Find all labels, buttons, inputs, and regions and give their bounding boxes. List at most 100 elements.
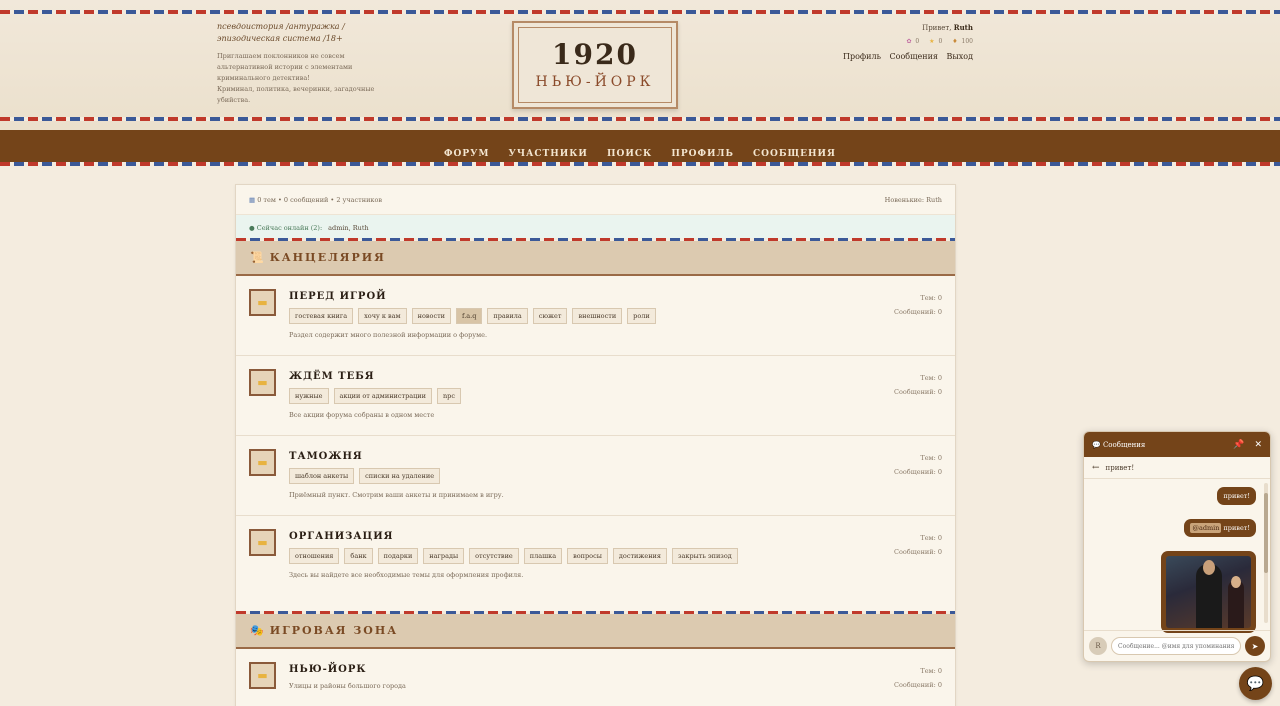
subforum-tag[interactable]: роли [627,308,656,324]
subforum-tag[interactable]: хочу к вам [358,308,407,324]
logout-link[interactable]: Выход [947,52,974,61]
chat-messages: привет! @admin привет! [1084,479,1270,633]
airmail-stripe-category [236,238,955,241]
online-users-row: ● Сейчас онлайн (2): admin, Ruth [236,215,955,240]
site-logo[interactable]: 1920 НЬЮ-ЙОРК [512,21,678,109]
chat-scrollbar-thumb[interactable] [1264,493,1268,573]
chat-input-bar: R ➤ [1084,630,1270,661]
send-icon: ➤ [1251,641,1259,651]
nav-profile[interactable]: ПРОФИЛЬ [671,149,734,159]
subforum-tag[interactable]: f.a.q [456,308,483,324]
chat-image-message [1161,551,1256,633]
chat-title: Сообщения [1102,440,1146,449]
nav-search[interactable]: ПОИСК [607,149,652,159]
forum-topics-count: Тем: 0 [920,534,942,542]
forum-description: Здесь вы найдете все необходимые темы дл… [289,571,524,579]
username[interactable]: Ruth [954,23,973,32]
online-names[interactable]: admin, Ruth [328,224,368,232]
airmail-stripe-nav [0,162,1280,166]
stat-stars: 0 [938,38,943,45]
close-icon[interactable]: ✕ [1254,440,1262,450]
online-label: ● Сейчас онлайн (2): [249,223,323,232]
subforum-tag[interactable]: плашка [523,548,563,564]
nav-messages[interactable]: СООБЩЕНИЯ [753,149,836,159]
chat-message-text: привет! [1223,524,1250,532]
subforum-tag[interactable]: гостевая книга [289,308,354,324]
subforum-tag[interactable]: нужные [289,388,329,404]
forum-title[interactable]: ТАМОЖНЯ [289,451,504,462]
stats-icon: ▦ [249,195,256,204]
header-description-line: криминального детектива! [217,74,310,82]
subforum-tag[interactable]: npc [436,388,461,404]
subforum-tag[interactable]: подарки [377,548,419,564]
money-bag-icon: ♦ [952,38,958,45]
conversation-title: привет! [1105,463,1135,472]
logo-frame: 1920 НЬЮ-ЙОРК [518,27,672,103]
speech-bubble-icon: 💬 [1092,440,1101,449]
chat-message: привет! [1217,487,1256,505]
forum-title[interactable]: ЖДЁМ ТЕБЯ [289,371,461,382]
subforum-tag[interactable]: закрыть эпизод [671,548,738,564]
logo-city: НЬЮ-ЙОРК [535,74,655,90]
send-button[interactable]: ➤ [1245,636,1265,656]
forum-row: ▬ ТАМОЖНЯ шаблон анкеты списки на удален… [236,436,955,516]
subforum-tag[interactable]: банк [344,548,373,564]
board-stats-row: ▦ 0 тем • 0 сообщений • 2 участников Нов… [236,185,955,215]
subforum-tag[interactable]: правила [487,308,528,324]
messages-link[interactable]: Сообщения [890,52,938,61]
category-header: 📜 КАНЦЕЛЯРИЯ [236,238,955,276]
game-icon: 🎭 [250,623,264,637]
folder-icon: ▬ [249,529,276,556]
subforum-tag[interactable]: вопросы [567,548,608,564]
nav-forum[interactable]: ФОРУМ [444,149,489,159]
chat-scrollbar[interactable] [1264,483,1268,623]
category-title: КАНЦЕЛЯРИЯ [269,250,386,264]
forum-body: ОРГАНИЗАЦИЯ отношения банк подарки награ… [289,531,738,579]
airmail-stripe-category [236,611,955,614]
chat-message-input[interactable] [1111,637,1241,655]
forum-description: Раздел содержит много полезной информаци… [289,331,488,339]
subforum-tag[interactable]: отношения [289,548,340,564]
subforum-tag[interactable]: шаблон анкеты [289,468,355,484]
forum-row: ▬ ОРГАНИЗАЦИЯ отношения банк подарки наг… [236,516,955,613]
forum-title[interactable]: НЬЮ-ЙОРК [289,664,406,675]
board-stats-text: 0 тем • 0 сообщений • 2 участников [257,195,383,204]
site-header: псевдоистория /антуражка /эпизодическая … [0,0,1280,130]
subforum-tags: нужные акции от администрации npc [289,388,461,404]
subforum-tag[interactable]: акции от администрации [333,388,432,404]
forum-body: ТАМОЖНЯ шаблон анкеты списки на удаление… [289,451,504,499]
newest-member[interactable]: Новенькие: Ruth [885,196,942,204]
forum-description: Все акции форума собраны в одном месте [289,411,435,419]
forum-topics-count: Тем: 0 [920,667,942,675]
pin-icon[interactable]: 📌 [1233,440,1244,450]
chat-photo[interactable] [1166,556,1251,628]
subforum-tag[interactable]: награды [423,548,465,564]
chat-toggle-button[interactable]: 💬 [1239,667,1272,700]
photo-face [1203,560,1215,575]
mention-tag[interactable]: @admin [1190,523,1222,533]
subforum-tag[interactable]: внешности [572,308,623,324]
forum-board: ▦ 0 тем • 0 сообщений • 2 участников Нов… [235,184,956,706]
header-description-line: Приглашаем поклонников не совсем [217,52,345,60]
subforum-tag[interactable]: списки на удаление [359,468,441,484]
speech-bubble-icon: 💬 [1246,675,1265,692]
header-description-line: Криминал, политика, вечеринки, загадочны… [217,85,375,93]
profile-link[interactable]: Профиль [843,52,881,61]
subforum-tag[interactable]: отсутствие [469,548,519,564]
nav-members[interactable]: УЧАСТНИКИ [509,149,588,159]
forum-title[interactable]: ПЕРЕД ИГРОЙ [289,291,656,302]
subforum-tag[interactable]: достижения [612,548,667,564]
forum-description: Улицы и районы большого города [289,682,406,690]
forum-title[interactable]: ОРГАНИЗАЦИЯ [289,531,738,542]
forum-posts-count: Сообщений: 0 [894,308,942,316]
category-header: 🎭 ИГРОВАЯ ЗОНА [236,611,955,649]
subforum-tags: гостевая книга хочу к вам новости f.a.q … [289,308,656,324]
back-arrow-icon[interactable]: ← [1092,463,1100,473]
subforum-tag[interactable]: новости [411,308,452,324]
greeting-text: Привет, [922,24,954,32]
chat-controls: 📌 ✕ [1225,440,1262,450]
star-icon: ★ [929,38,935,45]
forum-row: ▬ ЖДЁМ ТЕБЯ нужные акции от администраци… [236,356,955,436]
subforum-tag[interactable]: сюжет [532,308,568,324]
header-intro: псевдоистория /антуражка /эпизодическая … [217,21,387,106]
